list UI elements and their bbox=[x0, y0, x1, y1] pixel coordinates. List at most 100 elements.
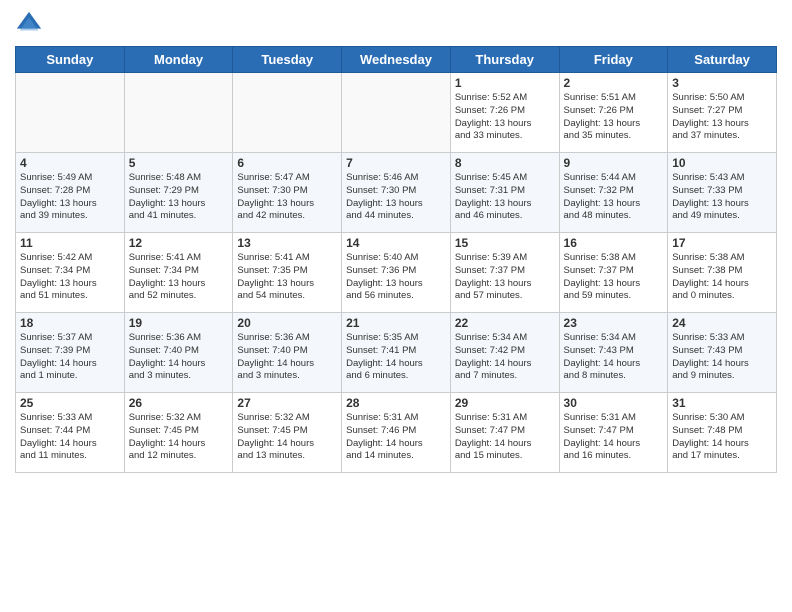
day-number: 13 bbox=[237, 236, 337, 250]
day-info: Sunrise: 5:36 AM Sunset: 7:40 PM Dayligh… bbox=[237, 332, 337, 383]
day-number: 28 bbox=[346, 396, 446, 410]
calendar-cell: 31 Sunrise: 5:30 AM Sunset: 7:48 PM Dayli… bbox=[668, 393, 777, 473]
day-number: 5 bbox=[129, 156, 229, 170]
day-number: 9 bbox=[564, 156, 664, 170]
day-info: Sunrise: 5:41 AM Sunset: 7:34 PM Dayligh… bbox=[129, 252, 229, 303]
calendar-cell: 25Sunrise: 5:33 AM Sunset: 7:44 PM Dayli… bbox=[16, 393, 125, 473]
calendar-cell: 18Sunrise: 5:37 AM Sunset: 7:39 PM Dayli… bbox=[16, 313, 125, 393]
calendar-cell: 29 Sunrise: 5:31 AM Sunset: 7:47 PM Dayli… bbox=[450, 393, 559, 473]
calendar-cell: 20 Sunrise: 5:36 AM Sunset: 7:40 PM Dayli… bbox=[233, 313, 342, 393]
calendar-week-row: 4Sunrise: 5:49 AM Sunset: 7:28 PM Daylig… bbox=[16, 153, 777, 233]
calendar-cell: 15 Sunrise: 5:39 AM Sunset: 7:37 PM Dayli… bbox=[450, 233, 559, 313]
calendar-cell: 17 Sunrise: 5:38 AM Sunset: 7:38 PM Dayli… bbox=[668, 233, 777, 313]
calendar-week-row: 11Sunrise: 5:42 AM Sunset: 7:34 PM Dayli… bbox=[16, 233, 777, 313]
logo bbox=[15, 10, 45, 38]
day-number: 23 bbox=[564, 316, 664, 330]
calendar-day-header: Wednesday bbox=[342, 47, 451, 73]
day-number: 25 bbox=[20, 396, 120, 410]
calendar-cell: 26 Sunrise: 5:32 AM Sunset: 7:45 PM Dayli… bbox=[124, 393, 233, 473]
day-info: Sunrise: 5:31 AM Sunset: 7:46 PM Dayligh… bbox=[346, 412, 446, 463]
day-info: Sunrise: 5:45 AM Sunset: 7:31 PM Dayligh… bbox=[455, 172, 555, 223]
calendar-cell: 4Sunrise: 5:49 AM Sunset: 7:28 PM Daylig… bbox=[16, 153, 125, 233]
day-info: Sunrise: 5:38 AM Sunset: 7:38 PM Dayligh… bbox=[672, 252, 772, 303]
calendar-header-row: SundayMondayTuesdayWednesdayThursdayFrid… bbox=[16, 47, 777, 73]
calendar-cell: 19Sunrise: 5:36 AM Sunset: 7:40 PM Dayli… bbox=[124, 313, 233, 393]
day-info: Sunrise: 5:32 AM Sunset: 7:45 PM Dayligh… bbox=[129, 412, 229, 463]
day-info: Sunrise: 5:39 AM Sunset: 7:37 PM Dayligh… bbox=[455, 252, 555, 303]
day-info: Sunrise: 5:46 AM Sunset: 7:30 PM Dayligh… bbox=[346, 172, 446, 223]
day-info: Sunrise: 5:38 AM Sunset: 7:37 PM Dayligh… bbox=[564, 252, 664, 303]
day-info: Sunrise: 5:43 AM Sunset: 7:33 PM Dayligh… bbox=[672, 172, 772, 223]
calendar-cell: 13 Sunrise: 5:41 AM Sunset: 7:35 PM Dayli… bbox=[233, 233, 342, 313]
day-number: 21 bbox=[346, 316, 446, 330]
day-number: 27 bbox=[237, 396, 337, 410]
day-info: Sunrise: 5:52 AM Sunset: 7:26 PM Dayligh… bbox=[455, 92, 555, 143]
day-number: 17 bbox=[672, 236, 772, 250]
calendar-cell: 14Sunrise: 5:40 AM Sunset: 7:36 PM Dayli… bbox=[342, 233, 451, 313]
calendar-cell: 24 Sunrise: 5:33 AM Sunset: 7:43 PM Dayli… bbox=[668, 313, 777, 393]
day-number: 11 bbox=[20, 236, 120, 250]
day-number: 3 bbox=[672, 76, 772, 90]
calendar-cell: 30 Sunrise: 5:31 AM Sunset: 7:47 PM Dayli… bbox=[559, 393, 668, 473]
page-header bbox=[15, 10, 777, 38]
calendar-cell: 23 Sunrise: 5:34 AM Sunset: 7:43 PM Dayli… bbox=[559, 313, 668, 393]
day-number: 8 bbox=[455, 156, 555, 170]
day-info: Sunrise: 5:47 AM Sunset: 7:30 PM Dayligh… bbox=[237, 172, 337, 223]
calendar-day-header: Monday bbox=[124, 47, 233, 73]
day-number: 16 bbox=[564, 236, 664, 250]
day-number: 6 bbox=[237, 156, 337, 170]
day-info: Sunrise: 5:36 AM Sunset: 7:40 PM Dayligh… bbox=[129, 332, 229, 383]
day-number: 10 bbox=[672, 156, 772, 170]
calendar-cell: 7 Sunrise: 5:46 AM Sunset: 7:30 PM Daylig… bbox=[342, 153, 451, 233]
calendar-cell: 10 Sunrise: 5:43 AM Sunset: 7:33 PM Dayli… bbox=[668, 153, 777, 233]
day-info: Sunrise: 5:50 AM Sunset: 7:27 PM Dayligh… bbox=[672, 92, 772, 143]
calendar-day-header: Sunday bbox=[16, 47, 125, 73]
day-info: Sunrise: 5:51 AM Sunset: 7:26 PM Dayligh… bbox=[564, 92, 664, 143]
day-info: Sunrise: 5:34 AM Sunset: 7:42 PM Dayligh… bbox=[455, 332, 555, 383]
calendar-week-row: 25Sunrise: 5:33 AM Sunset: 7:44 PM Dayli… bbox=[16, 393, 777, 473]
day-number: 24 bbox=[672, 316, 772, 330]
calendar-cell: 28 Sunrise: 5:31 AM Sunset: 7:46 PM Dayli… bbox=[342, 393, 451, 473]
day-number: 15 bbox=[455, 236, 555, 250]
day-info: Sunrise: 5:31 AM Sunset: 7:47 PM Dayligh… bbox=[564, 412, 664, 463]
calendar-cell: 3 Sunrise: 5:50 AM Sunset: 7:27 PM Daylig… bbox=[668, 73, 777, 153]
day-number: 2 bbox=[564, 76, 664, 90]
day-number: 30 bbox=[564, 396, 664, 410]
day-info: Sunrise: 5:31 AM Sunset: 7:47 PM Dayligh… bbox=[455, 412, 555, 463]
page-container: SundayMondayTuesdayWednesdayThursdayFrid… bbox=[0, 0, 792, 612]
calendar-cell bbox=[342, 73, 451, 153]
logo-icon bbox=[15, 10, 43, 38]
day-number: 26 bbox=[129, 396, 229, 410]
calendar-cell: 16 Sunrise: 5:38 AM Sunset: 7:37 PM Dayli… bbox=[559, 233, 668, 313]
calendar-table: SundayMondayTuesdayWednesdayThursdayFrid… bbox=[15, 46, 777, 473]
calendar-cell: 9 Sunrise: 5:44 AM Sunset: 7:32 PM Daylig… bbox=[559, 153, 668, 233]
day-info: Sunrise: 5:32 AM Sunset: 7:45 PM Dayligh… bbox=[237, 412, 337, 463]
calendar-cell: 1Sunrise: 5:52 AM Sunset: 7:26 PM Daylig… bbox=[450, 73, 559, 153]
day-number: 12 bbox=[129, 236, 229, 250]
day-number: 29 bbox=[455, 396, 555, 410]
calendar-day-header: Tuesday bbox=[233, 47, 342, 73]
day-number: 31 bbox=[672, 396, 772, 410]
calendar-cell: 8 Sunrise: 5:45 AM Sunset: 7:31 PM Daylig… bbox=[450, 153, 559, 233]
day-number: 18 bbox=[20, 316, 120, 330]
calendar-cell: 11Sunrise: 5:42 AM Sunset: 7:34 PM Dayli… bbox=[16, 233, 125, 313]
day-info: Sunrise: 5:44 AM Sunset: 7:32 PM Dayligh… bbox=[564, 172, 664, 223]
calendar-day-header: Thursday bbox=[450, 47, 559, 73]
calendar-cell: 5 Sunrise: 5:48 AM Sunset: 7:29 PM Daylig… bbox=[124, 153, 233, 233]
calendar-day-header: Friday bbox=[559, 47, 668, 73]
calendar-week-row: 18Sunrise: 5:37 AM Sunset: 7:39 PM Dayli… bbox=[16, 313, 777, 393]
calendar-cell: 12 Sunrise: 5:41 AM Sunset: 7:34 PM Dayli… bbox=[124, 233, 233, 313]
day-info: Sunrise: 5:33 AM Sunset: 7:43 PM Dayligh… bbox=[672, 332, 772, 383]
calendar-cell bbox=[16, 73, 125, 153]
calendar-cell: 22Sunrise: 5:34 AM Sunset: 7:42 PM Dayli… bbox=[450, 313, 559, 393]
day-info: Sunrise: 5:34 AM Sunset: 7:43 PM Dayligh… bbox=[564, 332, 664, 383]
day-info: Sunrise: 5:48 AM Sunset: 7:29 PM Dayligh… bbox=[129, 172, 229, 223]
day-number: 7 bbox=[346, 156, 446, 170]
day-info: Sunrise: 5:41 AM Sunset: 7:35 PM Dayligh… bbox=[237, 252, 337, 303]
day-number: 20 bbox=[237, 316, 337, 330]
calendar-cell: 27 Sunrise: 5:32 AM Sunset: 7:45 PM Dayli… bbox=[233, 393, 342, 473]
calendar-week-row: 1Sunrise: 5:52 AM Sunset: 7:26 PM Daylig… bbox=[16, 73, 777, 153]
day-info: Sunrise: 5:30 AM Sunset: 7:48 PM Dayligh… bbox=[672, 412, 772, 463]
calendar-cell bbox=[233, 73, 342, 153]
calendar-cell: 21Sunrise: 5:35 AM Sunset: 7:41 PM Dayli… bbox=[342, 313, 451, 393]
